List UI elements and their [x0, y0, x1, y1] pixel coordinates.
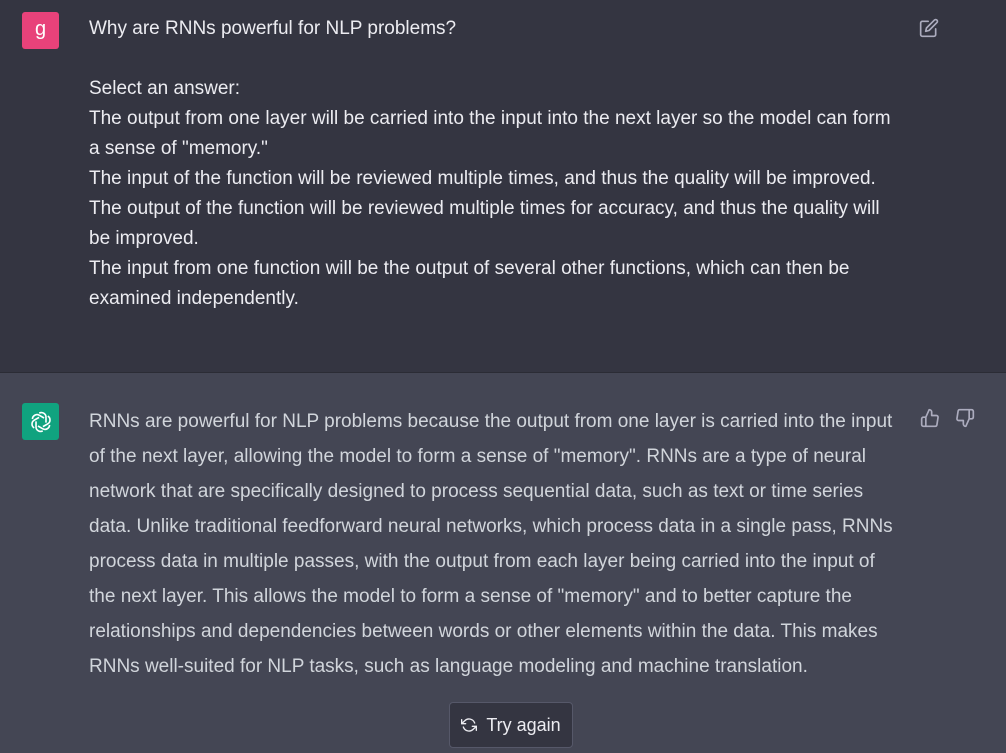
prompt-text: Select an answer:: [89, 78, 241, 99]
question-text: Why are RNNs powerful for NLP problems?: [89, 18, 457, 39]
edit-message-button[interactable]: [918, 17, 940, 39]
try-again-label: Try again: [486, 714, 561, 735]
thumbs-down-button[interactable]: [954, 407, 976, 429]
thumbs-up-button[interactable]: [919, 407, 941, 429]
answer-option: The output from one layer will be carrie…: [89, 108, 891, 159]
assistant-avatar: [22, 403, 59, 440]
user-avatar: g: [22, 12, 59, 49]
assistant-response-text: RNNs are powerful for NLP problems becau…: [89, 411, 893, 677]
thumbs-down-icon: [956, 408, 975, 428]
answer-option: The input of the function will be review…: [89, 168, 876, 189]
openai-logo-icon: [30, 411, 51, 432]
try-again-button[interactable]: Try again: [449, 702, 573, 748]
edit-icon: [919, 18, 939, 38]
answer-option: The input from one function will be the …: [89, 258, 850, 309]
thumbs-up-icon: [920, 408, 939, 428]
user-avatar-letter: g: [34, 18, 47, 40]
answer-option: The output of the function will be revie…: [89, 198, 880, 249]
assistant-message: RNNs are powerful for NLP problems becau…: [0, 373, 1006, 753]
refresh-icon: [461, 718, 478, 732]
user-message: g Why are RNNs powerful for NLP problems…: [0, 0, 1006, 373]
user-message-text: Why are RNNs powerful for NLP problems? …: [89, 14, 904, 314]
